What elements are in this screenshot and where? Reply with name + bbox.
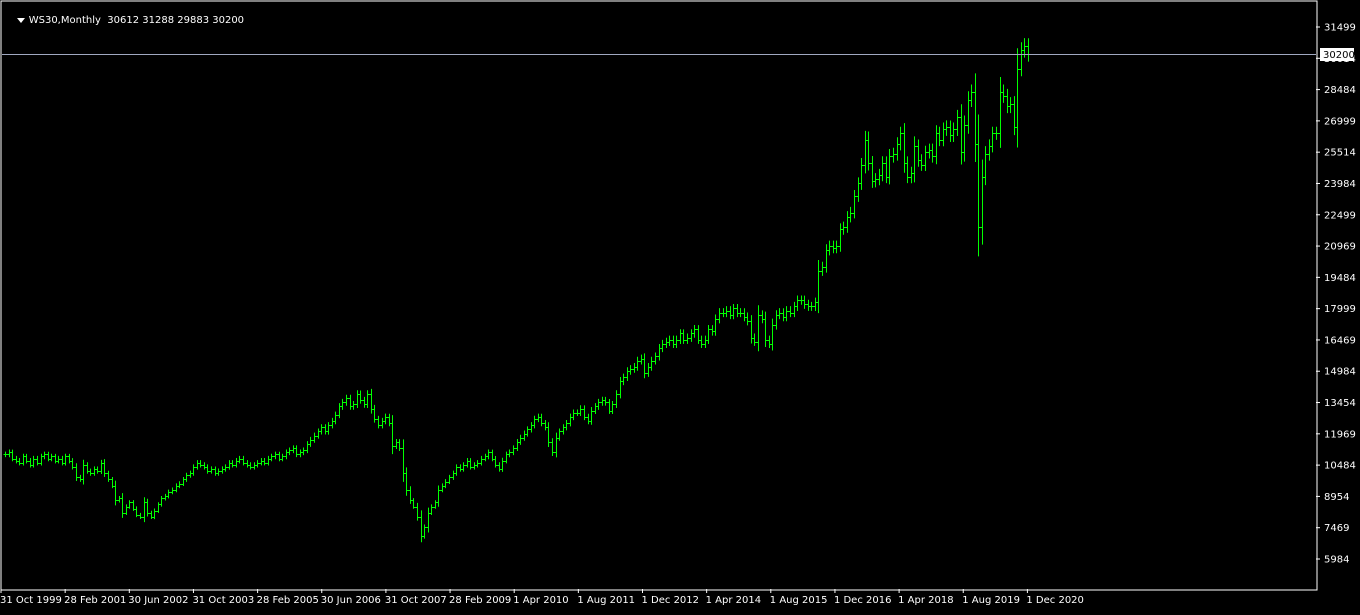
x-tick-label: 31 Oct 2003 [192,595,254,606]
y-tick-label: 17999 [1324,304,1356,315]
x-tick-label: 30 Jun 2006 [321,595,381,606]
x-tick-label: 1 Aug 2019 [962,595,1020,606]
x-tick-label: 31 Oct 2007 [385,595,447,606]
y-tick-label: 28484 [1324,85,1356,96]
y-tick-label: 31499 [1324,23,1356,34]
y-tick-label: 5984 [1324,555,1349,566]
chart-background [0,0,1360,611]
y-tick-label: 7469 [1324,523,1349,534]
x-tick-label: 1 Aug 2015 [770,595,828,606]
x-tick-label: 1 Apr 2014 [706,595,761,606]
x-tick-label: 28 Feb 2009 [449,595,511,606]
ohlc-chart: 3149930014284842699925514239842249920969… [0,0,1360,611]
y-tick-label: 22499 [1324,210,1356,221]
price-box-layer: 30200 [1320,48,1355,61]
y-tick-label: 26999 [1324,116,1356,127]
y-tick-label: 23984 [1324,179,1356,190]
x-tick-label: 1 Dec 2012 [642,595,700,606]
y-tick-label: 19484 [1324,273,1356,284]
y-tick-label: 8954 [1324,492,1349,503]
x-tick-label: 28 Feb 2005 [257,595,319,606]
y-tick-label: 14984 [1324,367,1356,378]
x-tick-label: 30 Jun 2002 [128,595,188,606]
collapse-triangle-icon[interactable] [16,17,25,23]
chart-frame: 3149930014284842699925514239842249920969… [0,0,1360,611]
x-tick-label: 1 Apr 2018 [898,595,953,606]
price-box-label: 30200 [1323,50,1355,61]
x-tick-label: 1 Dec 2016 [834,595,892,606]
y-tick-label: 25514 [1324,148,1356,159]
x-tick-label: 1 Aug 2011 [577,595,635,606]
y-tick-label: 16469 [1324,335,1356,346]
y-tick-label: 13454 [1324,398,1356,409]
ohlc-values: 30612 31288 29883 30200 [107,15,245,26]
x-tick-label: 1 Apr 2010 [513,595,568,606]
chart-header: WS30,Monthly 30612 31288 29883 30200 [4,4,244,37]
y-tick-label: 10484 [1324,461,1356,472]
symbol-label: WS30,Monthly [28,15,101,26]
x-tick-label: 1 Dec 2020 [1026,595,1084,606]
x-tick-label: 31 Oct 1999 [0,595,62,606]
y-tick-label: 11969 [1324,429,1356,440]
y-tick-label: 20969 [1324,242,1356,253]
x-tick-label: 28 Feb 2001 [64,595,126,606]
